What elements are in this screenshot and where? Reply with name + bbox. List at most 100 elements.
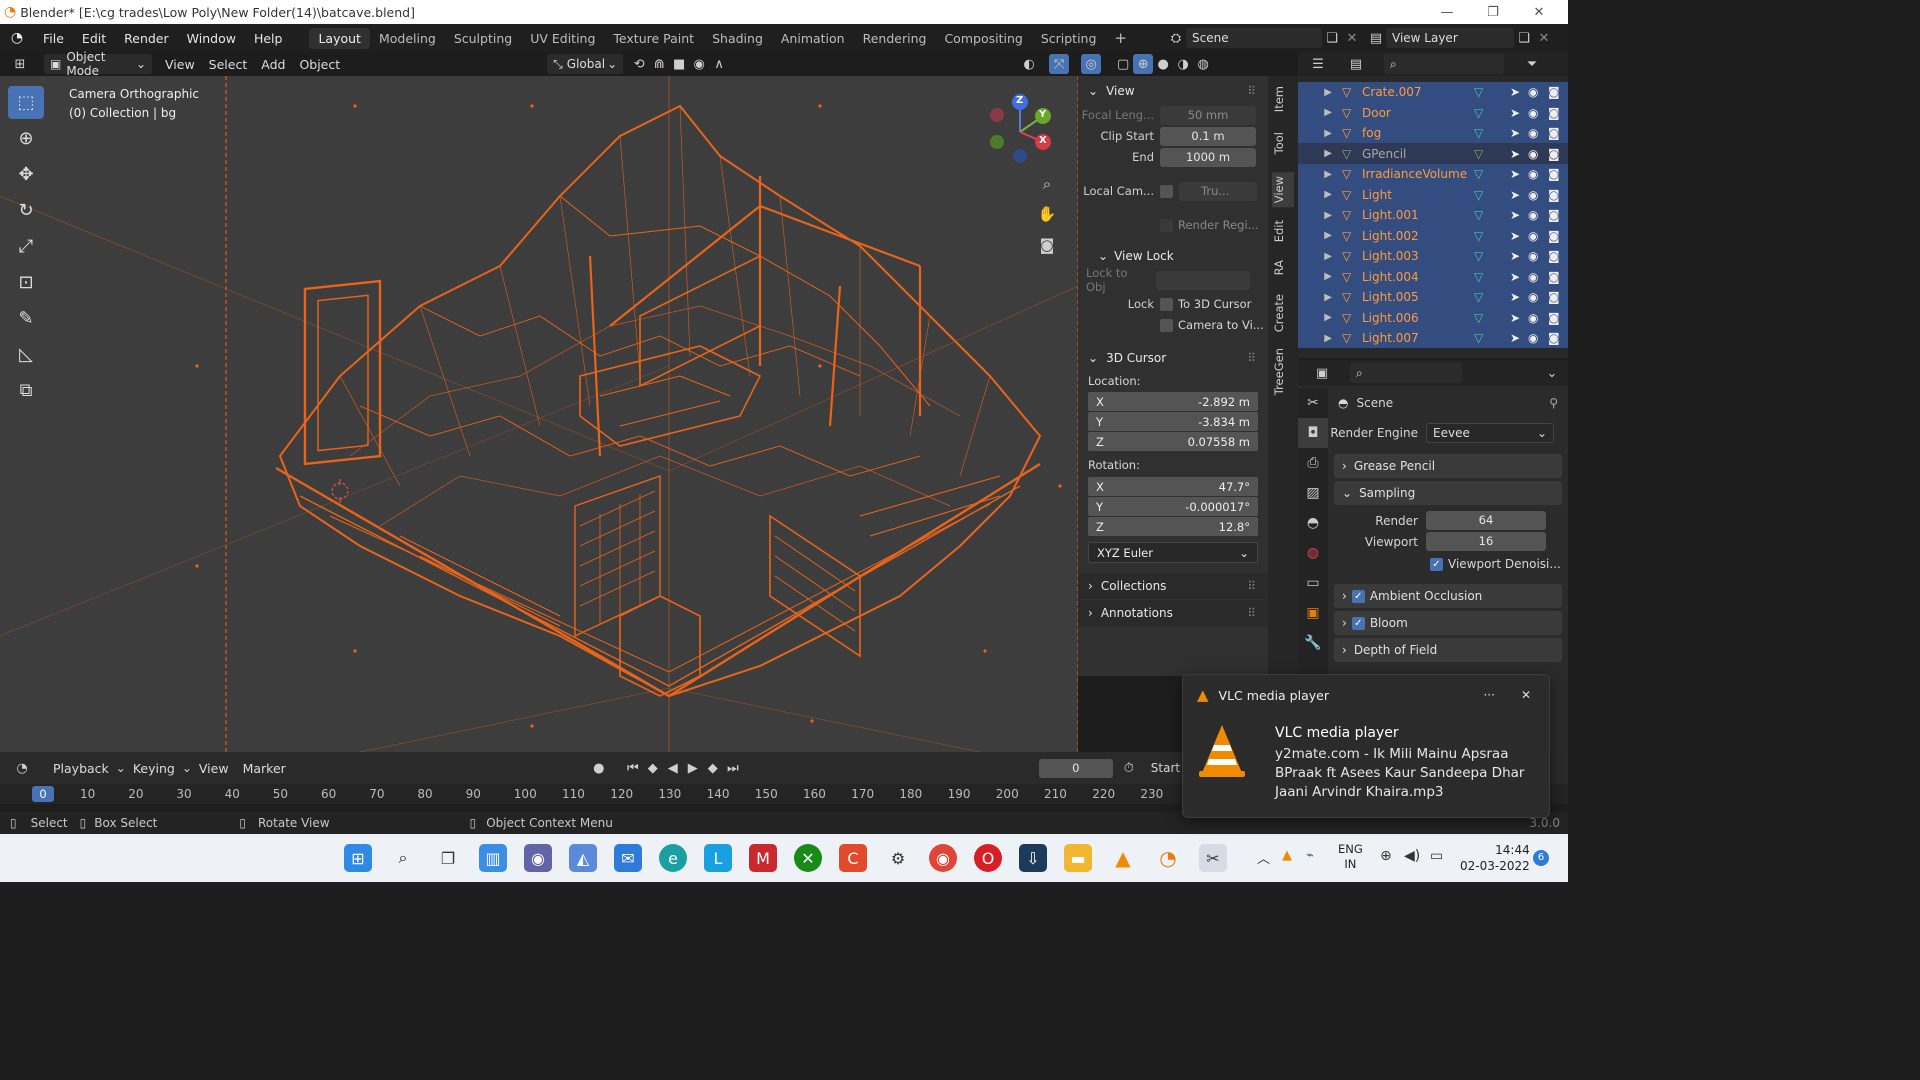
selectable-icon[interactable]: ➤ [1510, 188, 1528, 202]
vp-menu-object[interactable]: Object [292, 57, 347, 72]
samples-viewport-field[interactable]: 16 [1426, 532, 1546, 551]
tab-treegen[interactable]: TreeGen [1272, 348, 1294, 395]
editor-type-icon[interactable]: ⊞ [10, 54, 30, 74]
tab-edit[interactable]: Edit [1272, 220, 1294, 242]
camera-icon[interactable]: ◙ [1548, 270, 1568, 284]
selectable-icon[interactable]: ➤ [1510, 229, 1528, 243]
to-3d-cursor-checkbox[interactable] [1160, 297, 1173, 311]
eye-icon[interactable]: ◉ [1528, 208, 1548, 222]
tray-chevron-up-icon[interactable]: ︿ [1257, 848, 1270, 867]
pan-hand-icon[interactable]: ✋ [1037, 204, 1057, 224]
tab-modeling[interactable]: Modeling [370, 28, 445, 49]
edge-browser-icon[interactable]: e [659, 844, 687, 872]
outliner-row[interactable]: ▶ ▽ Door ▽ ➤ ◉ ◙ [1298, 102, 1568, 123]
snap-target-icon[interactable]: ■ [669, 54, 689, 74]
clip-start-field[interactable]: 0.1 m [1160, 126, 1256, 146]
add-workspace-button[interactable]: + [1105, 26, 1136, 50]
pin-icon[interactable]: ⚲ [1549, 396, 1558, 410]
eye-icon[interactable]: ◉ [1528, 147, 1548, 161]
scene-selector[interactable]: ⛭ Scene ❏ ✕ [1166, 28, 1362, 48]
eye-icon[interactable]: ◉ [1528, 311, 1548, 325]
selectable-icon[interactable]: ➤ [1510, 331, 1528, 345]
eye-icon[interactable]: ◉ [1528, 270, 1548, 284]
cursor-rotation-y[interactable]: Y -0.000017° [1088, 497, 1258, 516]
drag-handle-icon[interactable]: ⠿ [1247, 84, 1256, 98]
camera-icon[interactable]: ◙ [1548, 331, 1568, 345]
scene-props-icon[interactable]: ◓ [1298, 508, 1328, 538]
object-props-icon[interactable]: ▣ [1298, 598, 1328, 628]
display-mode-icon[interactable]: ▤ [1346, 54, 1366, 74]
camera-icon[interactable]: ◙ [1548, 208, 1568, 222]
volume-icon[interactable]: ◀) [1404, 848, 1420, 864]
snap-icon[interactable]: ⋒ [649, 54, 669, 74]
tab-tool[interactable]: Tool [1272, 132, 1294, 154]
eye-icon[interactable]: ◉ [1528, 106, 1548, 120]
selectable-icon[interactable]: ➤ [1510, 147, 1528, 161]
focal-length-field[interactable]: 50 mm [1160, 105, 1256, 125]
tab-animation[interactable]: Animation [772, 28, 854, 49]
view-layer-props-icon[interactable]: ▨ [1298, 478, 1328, 508]
tab-ra[interactable]: RA [1272, 260, 1294, 275]
eye-icon[interactable]: ◉ [1528, 85, 1548, 99]
outliner-row[interactable]: ▶ ▽ Light.003 ▽ ➤ ◉ ◙ [1298, 245, 1568, 267]
new-scene-icon[interactable]: ❏ [1322, 28, 1342, 48]
camera-icon[interactable]: ◙ [1548, 290, 1568, 304]
rendered-shading-icon[interactable]: ◍ [1193, 54, 1213, 74]
tray-vlc-icon[interactable]: ▲ [1282, 848, 1292, 863]
snipping-tool-icon[interactable]: ✂ [1199, 844, 1227, 872]
select-box-tool-icon[interactable]: ⬚ [8, 86, 44, 119]
chevron-down-icon[interactable]: ⌄ [1542, 363, 1562, 383]
more-options-icon[interactable]: ··· [1483, 688, 1494, 702]
solid-shading-icon[interactable]: ● [1153, 54, 1173, 74]
blender-menu-icon[interactable]: ◔ [0, 30, 34, 46]
close-window-button[interactable]: ✕ [1516, 0, 1562, 24]
local-camera-field[interactable]: Tru... [1179, 181, 1257, 201]
depth-of-field-section[interactable]: › Depth of Field [1334, 638, 1562, 662]
l-app-icon[interactable]: L [704, 844, 732, 872]
menu-file[interactable]: File [34, 31, 73, 46]
tool-props-icon[interactable]: ✂ [1298, 388, 1328, 418]
properties-editor-icon[interactable]: ▣ [1312, 363, 1332, 383]
3d-cursor-header[interactable]: ⌄ 3D Cursor ⠿ [1078, 345, 1268, 371]
view-layer-selector[interactable]: ▤ View Layer ❏ ✕ [1366, 28, 1554, 48]
cursor-rotation-x[interactable]: X 47.7° [1088, 477, 1258, 496]
mcafee-icon[interactable]: M [749, 844, 777, 872]
rotation-mode-select[interactable]: XYZ Euler ⌄ [1088, 542, 1258, 563]
timeline-menu-marker[interactable]: Marker [236, 761, 293, 776]
tab-rendering[interactable]: Rendering [854, 28, 936, 49]
outliner-row[interactable]: ▶ ▽ Light ▽ ➤ ◉ ◙ [1298, 184, 1568, 205]
expand-arrow-icon[interactable]: ▶ [1298, 169, 1342, 180]
render-region-checkbox[interactable] [1160, 218, 1173, 232]
properties-search-input[interactable]: ⌕ [1350, 363, 1462, 383]
proportional-edit-icon[interactable]: ◉ [689, 54, 709, 74]
timeline-editor-icon[interactable]: ◔ [12, 758, 32, 778]
xbox-icon[interactable]: ✕ [794, 844, 822, 872]
eye-icon[interactable]: ◉ [1528, 290, 1548, 304]
zoom-icon[interactable]: ⌕ [1037, 174, 1057, 194]
viewport-denoise-checkbox[interactable]: ✓ [1430, 557, 1443, 571]
bloom-section[interactable]: › ✓ Bloom [1334, 611, 1562, 635]
tab-texture-paint[interactable]: Texture Paint [604, 28, 703, 49]
ambient-occlusion-section[interactable]: › ✓ Ambient Occlusion [1334, 584, 1562, 608]
vlc-notification[interactable]: ▲ VLC media player ··· ✕ VLC media playe… [1182, 674, 1550, 818]
camera-icon[interactable]: ◙ [1548, 188, 1568, 202]
close-notification-icon[interactable]: ✕ [1521, 688, 1531, 702]
vp-menu-view[interactable]: View [158, 57, 202, 72]
opera-icon[interactable]: O [974, 844, 1002, 872]
photos-icon[interactable]: ◭ [569, 844, 597, 872]
rotate-tool-icon[interactable]: ↻ [8, 194, 44, 227]
tab-sculpting[interactable]: Sculpting [445, 28, 521, 49]
outliner-row[interactable]: ▶ ▽ Light.006 ▽ ➤ ◉ ◙ [1298, 307, 1568, 328]
add-cube-tool-icon[interactable]: ⧉ [8, 374, 44, 407]
settings-gear-icon[interactable]: ⚙ [884, 844, 912, 872]
timeline-menu-playback[interactable]: Playback [46, 761, 116, 776]
expand-arrow-icon[interactable]: ▶ [1298, 333, 1342, 344]
xray-icon[interactable]: ▢ [1113, 54, 1133, 74]
view-panel-header[interactable]: ⌄ View ⠿ [1078, 78, 1268, 104]
current-frame-field[interactable]: 0 [1038, 758, 1113, 778]
sampling-section[interactable]: ⌄ Sampling [1334, 481, 1562, 505]
cursor-location-x[interactable]: X -2.892 m [1088, 392, 1258, 411]
expand-arrow-icon[interactable]: ▶ [1298, 230, 1342, 241]
samples-render-field[interactable]: 64 [1426, 511, 1546, 530]
visibility-icon[interactable]: ◐ [1019, 54, 1039, 74]
